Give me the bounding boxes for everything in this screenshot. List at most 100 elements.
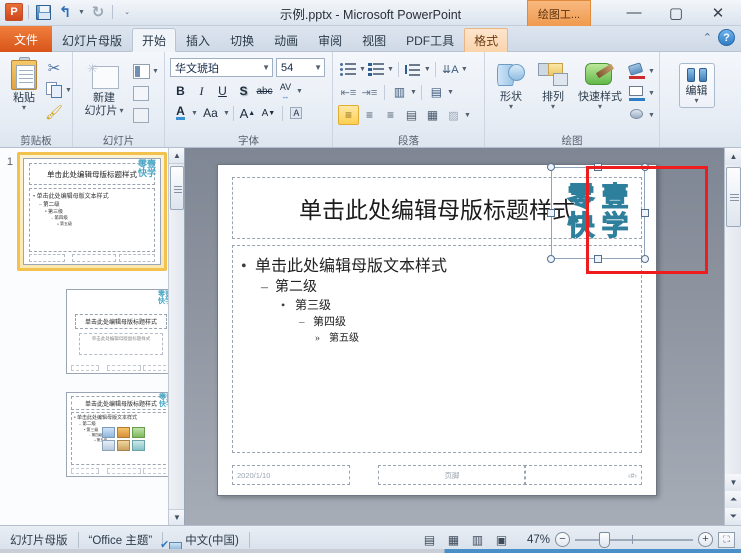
arrange-caret[interactable]: ▾ bbox=[551, 103, 555, 111]
resize-handle-se[interactable] bbox=[641, 255, 649, 263]
shapes-caret[interactable]: ▾ bbox=[509, 103, 513, 111]
columns-caret[interactable]: ▼ bbox=[410, 89, 417, 96]
reset-icon[interactable] bbox=[130, 82, 152, 104]
date-placeholder[interactable]: 2020/1/10 bbox=[232, 465, 350, 485]
tab-insert[interactable]: 插入 bbox=[176, 28, 220, 52]
selection-frame[interactable] bbox=[547, 163, 649, 263]
resize-handle-nw[interactable] bbox=[547, 163, 555, 171]
layout-dropdown-caret[interactable]: ▼ bbox=[152, 68, 159, 75]
text-direction-caret[interactable]: ▼ bbox=[461, 66, 468, 73]
font-size-caret[interactable]: ▼ bbox=[311, 63, 322, 72]
text-direction-icon[interactable]: ⇊A bbox=[440, 59, 461, 79]
thumbnail-row-3[interactable]: 单击此处编辑母版标题样式 零 壹 快 学 • 单击此处编辑母版文本样式 – 第二… bbox=[0, 384, 184, 481]
font-size-combobox[interactable]: 54 ▼ bbox=[276, 58, 325, 77]
previous-slide-icon[interactable]: ⏶ bbox=[725, 491, 741, 508]
thumbnail-panel-scrollbar[interactable]: ▲ ▼ bbox=[168, 148, 184, 525]
zoom-slider-handle[interactable] bbox=[599, 531, 610, 548]
slide-editing-area[interactable]: 单击此处编辑母版标题样式 • 单击此处编辑母版文本样式 – 第二级 • 第三级 bbox=[185, 148, 741, 525]
slide-canvas[interactable]: 单击此处编辑母版标题样式 • 单击此处编辑母版文本样式 – 第二级 • 第三级 bbox=[217, 163, 657, 496]
tab-file[interactable]: 文件 bbox=[0, 26, 53, 52]
slideshow-view-button[interactable]: ▣ bbox=[492, 531, 511, 549]
align-text-icon[interactable]: ▤ bbox=[426, 82, 447, 102]
smartart-caret[interactable]: ▼ bbox=[464, 112, 471, 119]
change-case-caret[interactable]: ▼ bbox=[223, 110, 230, 117]
close-button[interactable]: ✕ bbox=[697, 0, 739, 25]
layout-icon[interactable] bbox=[130, 60, 152, 82]
zoom-out-button[interactable]: − bbox=[555, 532, 570, 547]
columns-icon[interactable]: ▥ bbox=[389, 82, 410, 102]
tab-review[interactable]: 审阅 bbox=[308, 28, 352, 52]
section-icon[interactable] bbox=[130, 104, 152, 126]
shape-effects-caret[interactable]: ▼ bbox=[648, 112, 655, 119]
status-view-name[interactable]: 幻灯片母版 bbox=[0, 532, 78, 548]
shapes-button[interactable]: 形状 ▾ bbox=[490, 58, 532, 113]
tab-view[interactable]: 视图 bbox=[352, 28, 396, 52]
paste-button[interactable]: 粘贴 ▾ bbox=[5, 55, 43, 114]
change-case-button[interactable]: Aa bbox=[198, 103, 223, 123]
quick-styles-button[interactable]: 快速样式 ▾ bbox=[574, 58, 626, 113]
numbering-caret[interactable]: ▼ bbox=[387, 66, 394, 73]
resize-handle-ne[interactable] bbox=[641, 163, 649, 171]
character-spacing-caret[interactable]: ▼ bbox=[296, 88, 303, 95]
align-text-caret[interactable]: ▼ bbox=[447, 89, 454, 96]
italic-button[interactable]: I bbox=[191, 81, 212, 101]
paste-dropdown-caret[interactable]: ▾ bbox=[22, 104, 26, 112]
tab-pdf-tools[interactable]: PDF工具 bbox=[396, 28, 464, 52]
convert-to-smartart-icon[interactable]: ▨ bbox=[443, 105, 464, 125]
status-language[interactable]: 中文(中国) bbox=[175, 532, 249, 548]
clear-formatting-button[interactable]: A bbox=[286, 103, 307, 123]
thumbnail-1[interactable]: 单击此处编辑母版标题样式 零 壹 快 学 • 单击此处编辑母版文本样式 – 第二… bbox=[17, 152, 167, 271]
font-name-combobox[interactable]: 华文琥珀 ▼ bbox=[170, 58, 273, 77]
slide-vertical-scrollbar[interactable]: ▲ ▼ ⏶ ⏷ bbox=[724, 148, 741, 525]
next-slide-icon[interactable]: ⏷ bbox=[725, 508, 741, 525]
editing-button[interactable]: 编辑 ▾ bbox=[678, 63, 715, 108]
thumbnail-row-2[interactable]: 零 壹 快 学 单击此处编辑母版标题样式 单击此处编辑母版副标题样式 bbox=[0, 281, 184, 378]
copy-dropdown-caret[interactable]: ▼ bbox=[65, 87, 72, 94]
tab-slide-master[interactable]: 幻灯片母版 bbox=[52, 28, 132, 52]
character-spacing-button[interactable]: AV ↔ bbox=[275, 81, 296, 101]
thumbnail-scroll-up-icon[interactable]: ▲ bbox=[169, 148, 184, 164]
strikethrough-button[interactable]: abc bbox=[254, 81, 275, 101]
bullets-caret[interactable]: ▼ bbox=[359, 66, 366, 73]
thumbnail-3[interactable]: 单击此处编辑母版标题样式 零 壹 快 学 • 单击此处编辑母版文本样式 – 第二… bbox=[62, 388, 180, 481]
thumbnail-row-1[interactable]: 1 单击此处编辑母版标题样式 零 壹 快 学 • 单击此处编辑母版文本样式 – … bbox=[0, 148, 184, 271]
resize-handle-s[interactable] bbox=[594, 255, 602, 263]
shrink-font-button[interactable]: A ▼ bbox=[258, 103, 279, 123]
shape-fill-caret[interactable]: ▼ bbox=[648, 68, 655, 75]
copy-icon[interactable] bbox=[43, 79, 65, 101]
tab-format[interactable]: 格式 bbox=[464, 28, 509, 52]
tab-transitions[interactable]: 切换 bbox=[220, 28, 264, 52]
font-color-caret[interactable]: ▼ bbox=[191, 110, 198, 117]
fit-to-window-button[interactable]: ⛶ bbox=[718, 531, 735, 548]
tab-animations[interactable]: 动画 bbox=[264, 28, 308, 52]
maximize-button[interactable]: ▢ bbox=[655, 0, 697, 25]
minimize-button[interactable]: — bbox=[613, 0, 655, 25]
line-spacing-caret[interactable]: ▼ bbox=[424, 66, 431, 73]
align-right-icon[interactable]: ≡ bbox=[380, 105, 401, 125]
align-left-icon[interactable]: ≡ bbox=[338, 105, 359, 125]
resize-handle-n[interactable] bbox=[594, 163, 602, 171]
font-name-caret[interactable]: ▼ bbox=[259, 63, 270, 72]
new-slide-button[interactable]: ✳ 新建 幻灯片 ▾ bbox=[78, 59, 130, 119]
shape-effects-icon[interactable] bbox=[626, 104, 648, 126]
cut-icon[interactable]: ✂ bbox=[43, 57, 65, 79]
scroll-up-icon[interactable]: ▲ bbox=[725, 148, 741, 165]
thumbnail-2[interactable]: 零 壹 快 学 单击此处编辑母版标题样式 单击此处编辑母版副标题样式 bbox=[62, 285, 180, 378]
slide-thumbnail-panel[interactable]: 1 单击此处编辑母版标题样式 零 壹 快 学 • 单击此处编辑母版文本样式 – … bbox=[0, 148, 185, 525]
zoom-in-button[interactable]: + bbox=[698, 532, 713, 547]
help-icon[interactable]: ? bbox=[718, 29, 735, 46]
normal-view-button[interactable]: ▤ bbox=[420, 531, 439, 549]
resize-handle-e[interactable] bbox=[641, 209, 649, 217]
slide-body-placeholder[interactable]: • 单击此处编辑母版文本样式 – 第二级 • 第三级 – 第四级 » 第五级 bbox=[232, 245, 642, 453]
bold-button[interactable]: B bbox=[170, 81, 191, 101]
line-spacing-icon[interactable] bbox=[403, 59, 424, 79]
scrollbar-thumb[interactable] bbox=[726, 167, 741, 227]
editing-caret[interactable]: ▾ bbox=[694, 97, 698, 105]
thumbnail-scrollbar-thumb[interactable] bbox=[170, 166, 184, 210]
increase-indent-icon[interactable]: ⇥≡ bbox=[359, 82, 380, 102]
bullets-icon[interactable] bbox=[338, 59, 359, 79]
font-color-button[interactable]: A bbox=[170, 103, 191, 123]
resize-handle-w[interactable] bbox=[547, 209, 555, 217]
new-slide-dropdown-caret[interactable]: ▾ bbox=[119, 107, 123, 115]
arrange-button[interactable]: 排列 ▾ bbox=[532, 58, 574, 113]
